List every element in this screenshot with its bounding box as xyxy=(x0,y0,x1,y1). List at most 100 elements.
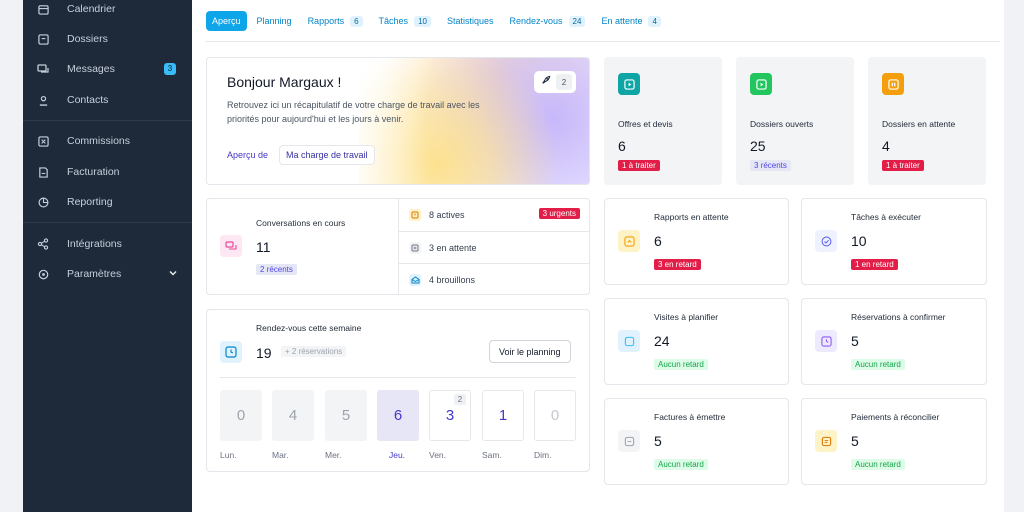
day-count: 4 xyxy=(288,407,298,424)
sidebar-item-integrations[interactable]: Intégrations xyxy=(23,232,192,256)
sidebar-item-commissions[interactable]: Commissions xyxy=(23,129,192,153)
stat-card-dossiers-attente[interactable]: Dossiers en attente 4 1 à traiter xyxy=(868,57,986,185)
task-card-factures[interactable]: Factures à émettre 5 Aucun retard xyxy=(604,398,789,485)
status-badge: 3 récents xyxy=(750,160,791,171)
sidebar-item-calendrier[interactable]: Calendrier xyxy=(23,0,192,21)
tab-label: Planning xyxy=(256,16,292,26)
tab-planning[interactable]: Planning xyxy=(251,11,298,31)
tab-en-attente[interactable]: En attente 4 xyxy=(595,11,667,31)
rdv-extra: + 2 réservations xyxy=(281,346,347,357)
tab-rendez-vous[interactable]: Rendez-vous 24 xyxy=(504,11,592,31)
rocket-button[interactable]: 2 xyxy=(534,71,576,93)
task-card-paiements[interactable]: Paiements à réconcilier 5 Aucun retard xyxy=(801,398,987,485)
sidebar-item-messages[interactable]: Messages 3 xyxy=(23,57,192,81)
sidebar-item-label: Calendrier xyxy=(67,3,116,15)
folder-icon xyxy=(37,33,49,45)
sidebar-item-facturation[interactable]: Facturation xyxy=(23,160,192,184)
day-count: 3 xyxy=(445,407,455,424)
day-label: Dim. xyxy=(534,450,552,460)
sidebar-item-label: Paramètres xyxy=(67,268,122,280)
status-badge: Aucun retard xyxy=(851,359,905,370)
stat-card-offres[interactable]: Offres et devis 6 1 à traiter xyxy=(604,57,722,185)
sidebar-item-label: Contacts xyxy=(67,94,109,106)
stat-value: 6 xyxy=(618,138,626,154)
day-box[interactable]: 0 xyxy=(220,390,262,441)
day-box[interactable]: 5 xyxy=(325,390,367,441)
task-value: 24 xyxy=(654,333,670,349)
stat-card-dossiers-ouverts[interactable]: Dossiers ouverts 25 3 récents xyxy=(736,57,854,185)
tab-statistiques[interactable]: Statistiques xyxy=(441,11,500,31)
sidebar-item-reporting[interactable]: Reporting xyxy=(23,190,192,214)
view-planning-button[interactable]: Voir le planning xyxy=(489,340,571,363)
day-label: Mar. xyxy=(272,450,289,460)
rdv-label: Rendez-vous cette semaine xyxy=(256,323,362,333)
sidebar-item-label: Intégrations xyxy=(67,238,122,250)
day-box[interactable]: 0 xyxy=(534,390,576,441)
conversation-row-attente[interactable]: 3 en attente xyxy=(399,232,589,264)
play-icon xyxy=(750,73,772,95)
day-label: Ven. xyxy=(429,450,447,460)
tab-label: Rendez-vous xyxy=(509,16,563,26)
sidebar-item-label: Messages xyxy=(67,63,115,75)
task-value: 10 xyxy=(851,233,867,249)
tab-label: Tâches xyxy=(378,16,409,26)
visit-icon xyxy=(618,330,640,352)
calendar-icon xyxy=(37,3,49,15)
conversation-row-brouillons[interactable]: 4 brouillons xyxy=(399,264,589,296)
pie-chart-icon xyxy=(37,196,49,208)
tab-taches[interactable]: Tâches 10 xyxy=(373,11,437,31)
tab-apercu[interactable]: Aperçu xyxy=(206,11,247,31)
task-label: Paiements à réconcilier xyxy=(851,412,940,422)
status-badge: 3 en retard xyxy=(654,259,701,270)
tab-label: Statistiques xyxy=(446,16,494,26)
task-label: Visites à planifier xyxy=(654,312,719,322)
rdv-value: 19 xyxy=(256,345,272,361)
task-card-reservations[interactable]: Réservations à confirmer 5 Aucun retard xyxy=(801,298,987,385)
tab-rapports[interactable]: Rapports 6 xyxy=(302,11,369,31)
day-box[interactable]: 1 xyxy=(482,390,524,441)
apercu-label: Aperçu de xyxy=(227,150,269,160)
chevron-down-icon[interactable] xyxy=(168,268,178,281)
messages-count-badge: 3 xyxy=(164,63,176,75)
task-card-visites[interactable]: Visites à planifier 24 Aucun retard xyxy=(604,298,789,385)
task-value: 5 xyxy=(851,433,859,449)
task-card-rapports[interactable]: Rapports en attente 6 3 en retard xyxy=(604,198,789,285)
day-label: Sam. xyxy=(482,450,502,460)
sidebar: Calendrier Dossiers Messages 3 Contacts … xyxy=(23,0,192,512)
chat-icon xyxy=(220,235,242,257)
status-badge: Aucun retard xyxy=(851,459,905,470)
sidebar-item-dossiers[interactable]: Dossiers xyxy=(23,27,192,51)
alert-icon xyxy=(409,209,421,221)
task-value: 6 xyxy=(654,233,662,249)
tab-count: 24 xyxy=(568,15,586,27)
messages-icon xyxy=(37,63,49,75)
day-box[interactable]: 32 xyxy=(429,390,471,441)
sidebar-divider xyxy=(23,222,192,223)
conversations-label: Conversations en cours xyxy=(256,218,346,228)
stat-value: 4 xyxy=(882,138,890,154)
welcome-card: Bonjour Margaux ! Retrouvez ici un récap… xyxy=(206,57,590,185)
day-label: Jeu. xyxy=(389,450,406,460)
status-badge: 1 à traiter xyxy=(618,160,660,171)
day-box[interactable]: 4 xyxy=(272,390,314,441)
conversation-row-actives[interactable]: 8 actives 3 urgents xyxy=(399,199,589,231)
rdv-card: Rendez-vous cette semaine 19 + 2 réserva… xyxy=(206,309,590,472)
pause-icon xyxy=(882,73,904,95)
tab-count: 6 xyxy=(350,15,363,27)
sidebar-item-parametres[interactable]: Paramètres xyxy=(23,262,192,286)
play-square-icon xyxy=(618,73,640,95)
workload-button[interactable]: Ma charge de travail xyxy=(279,145,375,165)
share-icon xyxy=(37,238,49,250)
day-count: 0 xyxy=(550,407,560,424)
tab-count: 4 xyxy=(648,15,661,27)
rocket-count: 2 xyxy=(556,74,572,90)
tab-label: Rapports xyxy=(307,16,345,26)
report-icon xyxy=(618,230,640,252)
task-value: 5 xyxy=(851,333,859,349)
sidebar-item-contacts[interactable]: Contacts xyxy=(23,88,192,112)
sidebar-item-label: Facturation xyxy=(67,166,120,178)
status-badge: Aucun retard xyxy=(654,459,708,470)
day-box-selected[interactable]: 6 xyxy=(377,390,419,441)
stat-label: Offres et devis xyxy=(618,119,673,129)
task-card-taches[interactable]: Tâches à exécuter 10 1 en retard xyxy=(801,198,987,285)
